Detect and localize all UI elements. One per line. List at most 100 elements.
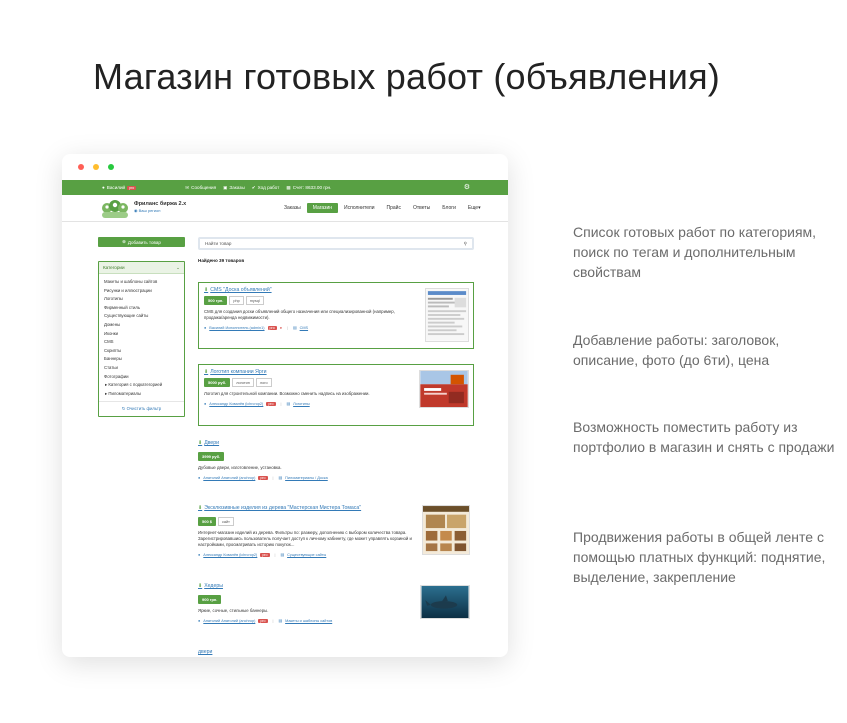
- maximize-dot-icon[interactable]: [108, 164, 114, 170]
- pro-badge: pro: [267, 325, 277, 330]
- messages-link[interactable]: ✉ Сообщения: [185, 185, 216, 191]
- region-label: Ваш регион: [138, 208, 161, 213]
- item-description: Логотип для строительной компании. Возмо…: [204, 391, 370, 396]
- nav-item-freelancers[interactable]: Исполнители: [338, 203, 381, 213]
- categories-title: Категории: [103, 265, 125, 270]
- results-count: Найдено 39 товаров: [198, 258, 245, 263]
- item-title-link[interactable]: двери: [198, 649, 474, 655]
- category-label: Категория с подкатегорией: [108, 382, 163, 388]
- item-thumbnail[interactable]: [420, 585, 470, 619]
- region-link[interactable]: ◉ Ваш регион: [134, 208, 186, 213]
- info-icon: ●: [279, 325, 283, 330]
- nav-item-orders[interactable]: Заказы: [278, 203, 307, 213]
- author-link[interactable]: Анатолий Анатолий (anchrop): [203, 476, 255, 480]
- progress-label: Ход работ: [257, 185, 280, 190]
- category-link[interactable]: Логотипы: [293, 402, 310, 406]
- account-link[interactable]: ▩ Счет: 8633.00 грн.: [286, 185, 331, 191]
- category-item[interactable]: Рисунки и иллюстрации: [104, 287, 179, 296]
- author-link[interactable]: Анатолий Анатолий (anchrop): [203, 619, 255, 623]
- search-placeholder: Найти товар: [205, 241, 232, 246]
- user-icon: ●: [102, 185, 105, 190]
- nav-item-more[interactable]: Еще▾: [462, 203, 487, 213]
- category-item[interactable]: CMS: [104, 338, 179, 347]
- author-link[interactable]: Александр Ковалёв (ichrcrop2): [203, 553, 257, 557]
- item-description: CMS для создания доски объявлений общего…: [204, 309, 395, 320]
- user-icon: ●: [204, 401, 207, 406]
- nav-more-label: Еще: [467, 205, 479, 211]
- author-link[interactable]: Александр Ковалёв (ichrcrop2): [209, 402, 263, 406]
- user-icon: ●: [204, 325, 207, 330]
- price-badge: 3999 руб.: [198, 452, 225, 461]
- feature-text: Возможность поместить работу из портфоли…: [573, 419, 835, 455]
- category-item[interactable]: Существующие сайты: [104, 312, 179, 321]
- category-icon: ▤: [280, 553, 285, 557]
- item-thumbnail[interactable]: [422, 505, 470, 555]
- category-item-expandable[interactable]: ▸ Пиломатериалы: [104, 390, 179, 399]
- nav-item-price[interactable]: Прайс: [381, 203, 407, 213]
- messages-label: Сообщения: [191, 185, 217, 190]
- tag[interactable]: лого: [255, 378, 272, 387]
- price-badge: 5000 руб.: [204, 378, 231, 387]
- item-description: Интернет-магазин изделий из дерева. Филь…: [198, 530, 412, 547]
- category-item[interactable]: Статьи: [104, 364, 179, 373]
- envelope-icon: ✉: [185, 184, 190, 190]
- search-icon[interactable]: ⚲: [464, 241, 467, 247]
- user-menu[interactable]: ● Василий pro: [102, 185, 137, 190]
- category-link[interactable]: Макеты и шаблоны сайтов: [285, 619, 332, 623]
- tag[interactable]: сайт: [218, 517, 234, 526]
- progress-link[interactable]: ✔ Ход работ: [252, 185, 280, 191]
- item-thumbnail[interactable]: [419, 370, 469, 408]
- brand[interactable]: Фриланс биржа 2.x ◉ Ваш регион: [134, 201, 186, 213]
- search-input[interactable]: Найти товар ⚲: [198, 237, 474, 250]
- tag[interactable]: логотип: [232, 378, 254, 387]
- check-icon: ✔: [251, 184, 256, 190]
- price-badge: 900 грн.: [198, 595, 222, 604]
- tag[interactable]: php: [229, 296, 244, 305]
- nav-item-blogs[interactable]: Блоги: [436, 203, 462, 213]
- category-item[interactable]: Баннеры: [104, 355, 179, 364]
- category-item[interactable]: Иконки: [104, 330, 179, 339]
- chevron-down-icon: ▾: [478, 205, 481, 211]
- tag[interactable]: mysql: [245, 296, 264, 305]
- orders-label: Заказы: [229, 185, 245, 190]
- pro-badge: pro: [258, 618, 268, 623]
- category-link[interactable]: Существующие сайты: [287, 553, 326, 557]
- item-title: Эксклюзивные изделия из дерева "Мастерск…: [204, 505, 362, 511]
- item-title: двери: [198, 649, 213, 655]
- author-link[interactable]: Василий Исполнитель (admin1): [209, 326, 264, 330]
- pin-icon: ⬇: [204, 369, 209, 375]
- nav-item-shop[interactable]: Магазин: [306, 203, 339, 213]
- clear-filter-label: Очистить фильтр: [126, 406, 162, 412]
- gear-icon[interactable]: ⚙: [464, 183, 470, 191]
- add-item-button[interactable]: ⊕ Добавить товар: [98, 237, 185, 247]
- category-item-expandable[interactable]: ▸ Категория с подкатегорией: [104, 381, 179, 390]
- item-title-link[interactable]: ⬇ Двери: [198, 440, 474, 446]
- pro-badge: pro: [127, 185, 137, 190]
- item-thumbnail[interactable]: [425, 288, 469, 342]
- category-item[interactable]: Фирменный стиль: [104, 304, 179, 313]
- expand-icon: ▸: [105, 382, 108, 388]
- category-item[interactable]: Фотографии: [104, 373, 179, 382]
- close-dot-icon[interactable]: [78, 164, 84, 170]
- category-item[interactable]: Макеты и шаблоны сайтов: [104, 278, 179, 287]
- pin-icon: ⬇: [198, 583, 203, 589]
- orders-link[interactable]: ▣ Заказы: [223, 185, 245, 191]
- item-card: двери: [198, 649, 474, 657]
- feature-text: Добавление работы: заголовок, описание, …: [573, 332, 780, 368]
- category-item[interactable]: Логотипы: [104, 295, 179, 304]
- categories-header[interactable]: Категории ⌄: [99, 262, 184, 274]
- slide: Магазин готовых работ (объявления) ● Вас…: [0, 0, 847, 723]
- category-item[interactable]: Скрипты: [104, 347, 179, 356]
- category-item[interactable]: Домены: [104, 321, 179, 330]
- minimize-dot-icon[interactable]: [93, 164, 99, 170]
- account-label: Счет: 8633.00 грн.: [292, 185, 332, 190]
- user-name: Василий: [106, 185, 126, 190]
- clear-filter-link[interactable]: ↻ Очистить фильтр: [99, 401, 184, 416]
- user-icon: ●: [198, 552, 201, 557]
- logo-icon[interactable]: [98, 199, 132, 219]
- main-navbar: Фриланс биржа 2.x ◉ Ваш регион Заказы Ма…: [62, 195, 508, 222]
- category-link[interactable]: CMS: [300, 326, 308, 330]
- nav-item-answers[interactable]: Ответы: [407, 203, 436, 213]
- category-label: Пиломатериалы: [108, 390, 142, 396]
- category-link[interactable]: Пиломатериалы / Доска: [285, 476, 328, 480]
